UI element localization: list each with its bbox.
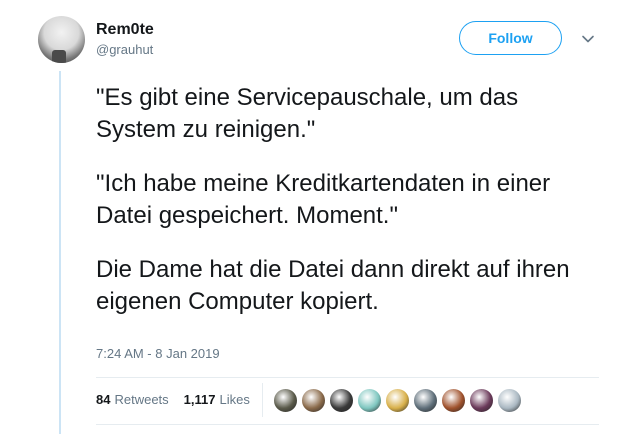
liker-avatar[interactable] [385,388,410,413]
tweet-paragraph: "Ich habe meine Kreditkartendaten in ein… [96,170,551,229]
liker-avatar[interactable] [413,388,438,413]
liker-avatar[interactable] [273,388,298,413]
chevron-down-icon[interactable] [580,31,596,47]
retweets-stat[interactable]: 84 Retweets [96,392,169,407]
tweet-stats: 84 Retweets 1,117 Likes [96,392,250,407]
tweet-paragraph: Die Dame hat die Datei dann direkt auf i… [96,256,570,315]
follow-button[interactable]: Follow [459,21,562,55]
tweet-text: "Es gibt eine Servicepauschale, um das S… [96,82,596,318]
user-handle[interactable]: @grauhut [96,42,153,57]
likes-label: Likes [219,392,250,407]
liker-avatar[interactable] [329,388,354,413]
divider [96,424,599,425]
likes-stat[interactable]: 1,117 Likes [184,392,250,407]
likes-count: 1,117 [183,392,216,407]
liker-avatar[interactable] [357,388,382,413]
display-name[interactable]: Rem0te [96,21,154,39]
liker-avatar[interactable] [497,388,522,413]
retweets-label: Retweets [114,392,169,407]
divider [96,377,599,378]
liker-avatar[interactable] [469,388,494,413]
avatar[interactable] [38,16,85,63]
liker-avatar[interactable] [441,388,466,413]
tweet-paragraph: "Es gibt eine Servicepauschale, um das S… [96,84,519,143]
tweet-timestamp[interactable]: 7:24 AM - 8 Jan 2019 [96,346,220,361]
thread-line [59,71,61,434]
retweets-count: 84 [96,392,111,407]
stats-separator [262,383,263,417]
likers-avatars [273,388,525,413]
liker-avatar[interactable] [301,388,326,413]
